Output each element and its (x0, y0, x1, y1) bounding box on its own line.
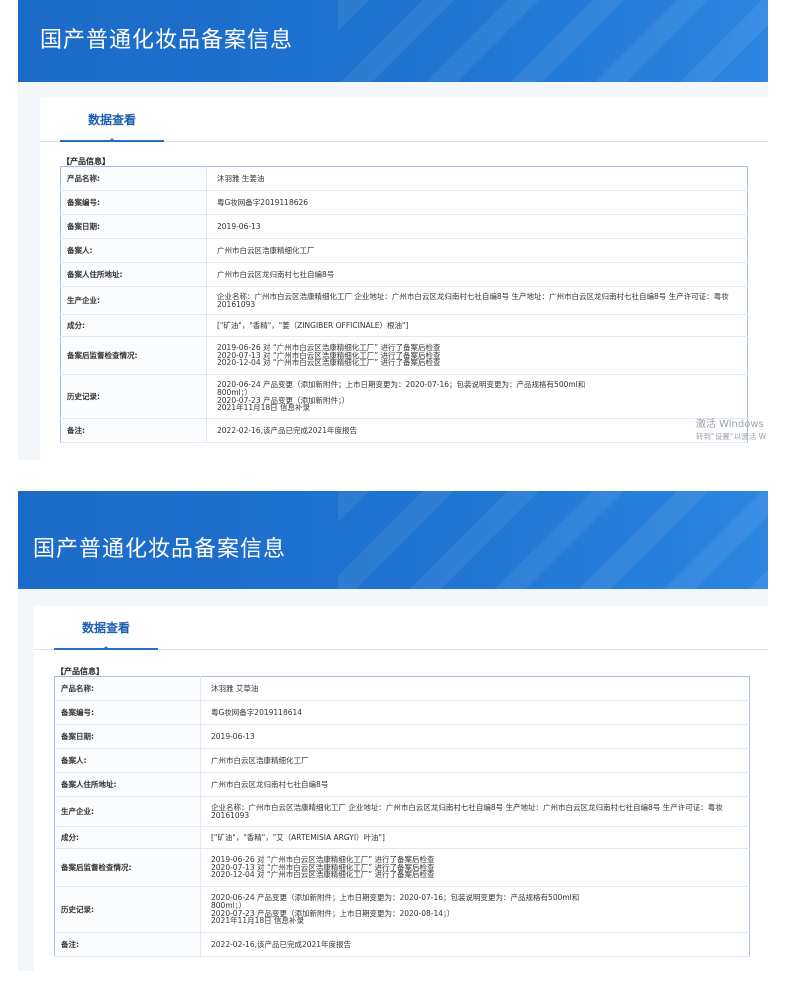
record-screenshot-1: 国产普通化妆品备案信息 数据查看 【产品信息】 产品名称: 沐羽雅 生姜油 备案… (18, 0, 768, 460)
row-label: 产品名称: (54, 676, 201, 701)
table-row: 生产企业: 企业名称：广州市白云区浩康精细化工厂 企业地址：广州市白云区龙归南村… (54, 796, 750, 827)
row-value: 2020-06-24 产品变更（添加新附件；上市日期变更为：2020-07-16… (206, 374, 748, 419)
row-value: 沐羽雅 艾草油 (200, 676, 750, 701)
product-info-table: 产品名称: 沐羽雅 生姜油 备案编号: 粤G妆网备字2019118626 备案日… (60, 166, 748, 443)
banner-title: 国产普通化妆品备案信息 (40, 28, 294, 53)
row-label: 备案后监督检查情况: (54, 848, 201, 887)
table-row: 成分: ["矿油"，"香精"，"艾（ARTEMISIA ARGYI）叶油"] (54, 826, 750, 849)
row-label: 生产企业: (54, 796, 201, 827)
row-value: 广州市白云区浩康精细化工厂 (206, 238, 748, 263)
row-value: 粤G妆网备字2019118626 (206, 190, 748, 215)
table-row: 备案人: 广州市白云区浩康精细化工厂 (54, 748, 750, 773)
row-value: 广州市白云区龙归南村七社自编8号 (206, 262, 748, 287)
table-row: 备案日期: 2019-06-13 (60, 214, 748, 239)
row-label: 生产企业: (60, 286, 207, 315)
tab-bar: 数据查看 (34, 606, 768, 650)
row-label: 历史记录: (60, 374, 207, 419)
tab-label: 数据查看 (87, 113, 136, 127)
row-value: 2019-06-26 对 “广州市白云区浩康精细化工厂” 进行了备案后检查 20… (200, 848, 750, 887)
row-value: 企业名称：广州市白云区浩康精细化工厂 企业地址：广州市白云区龙归南村七社自编8号… (206, 286, 748, 315)
row-label: 历史记录: (54, 886, 201, 933)
watermark-line-2: 转到“设置”以激活 W (695, 432, 766, 441)
row-label: 产品名称: (60, 166, 207, 191)
row-value: 2019-06-13 (200, 724, 750, 749)
content-panel: 数据查看 【产品信息】 产品名称: 沐羽雅 生姜油 备案编号: 粤G妆网备字20… (40, 98, 768, 460)
tab-bar: 数据查看 (40, 98, 768, 142)
record-screenshot-2: 国产普通化妆品备案信息 数据查看 【产品信息】 产品名称: 沐羽雅 艾草油 备案… (18, 491, 768, 971)
row-value: 企业名称：广州市白云区浩康精细化工厂 企业地址：广州市白云区龙归南村七社自编8号… (200, 796, 750, 827)
row-value: 2019-06-26 对 “广州市白云区浩康精细化工厂” 进行了备案后检查 20… (206, 336, 748, 375)
table-row: 备案后监督检查情况: 2019-06-26 对 “广州市白云区浩康精细化工厂” … (60, 336, 748, 375)
row-value: 广州市白云区龙归南村七社自编8号 (200, 772, 750, 797)
table-row: 备案编号: 粤G妆网备字2019118614 (54, 700, 750, 725)
table-row: 备案编号: 粤G妆网备字2019118626 (60, 190, 748, 215)
product-info-table: 产品名称: 沐羽雅 艾草油 备案编号: 粤G妆网备字2019118614 备案日… (54, 676, 750, 957)
row-value: 2022-02-16,该产品已完成2021年度报告 (200, 932, 750, 957)
tab-active-caret-icon (108, 138, 116, 142)
row-value: 2019-06-13 (206, 214, 748, 239)
tab-active-caret-icon (102, 646, 110, 650)
page-banner: 国产普通化妆品备案信息 (18, 0, 768, 82)
row-label: 备案日期: (60, 214, 207, 239)
table-row: 备案人住所地址: 广州市白云区龙归南村七社自编8号 (60, 262, 748, 287)
row-value: ["矿油"，"香精"，"艾（ARTEMISIA ARGYI）叶油"] (200, 826, 750, 849)
row-label: 备案人住所地址: (60, 262, 207, 287)
table-row: 备案人住所地址: 广州市白云区龙归南村七社自编8号 (54, 772, 750, 797)
row-label: 备案人住所地址: (54, 772, 201, 797)
row-value: 粤G妆网备字2019118614 (200, 700, 750, 725)
tab-data-view[interactable]: 数据查看 (54, 606, 158, 650)
row-value: 2020-06-24 产品变更（添加新附件；上市日期变更为：2020-07-16… (200, 886, 750, 933)
row-label: 备案人: (60, 238, 207, 263)
table-row: 备案后监督检查情况: 2019-06-26 对 “广州市白云区浩康精细化工厂” … (54, 848, 750, 887)
row-label: 备注: (60, 418, 207, 443)
table-row: 历史记录: 2020-06-24 产品变更（添加新附件；上市日期变更为：2020… (60, 374, 748, 419)
row-label: 成分: (60, 314, 207, 337)
tab-data-view[interactable]: 数据查看 (60, 98, 164, 142)
banner-title: 国产普通化妆品备案信息 (33, 537, 287, 562)
row-value: 2022-02-16,该产品已完成2021年度报告 (206, 418, 748, 443)
table-row: 备注: 2022-02-16,该产品已完成2021年度报告 (60, 418, 748, 443)
row-value: 广州市白云区浩康精细化工厂 (200, 748, 750, 773)
row-label: 备案后监督检查情况: (60, 336, 207, 375)
banner-decoration (338, 0, 768, 82)
page-banner: 国产普通化妆品备案信息 (18, 491, 768, 589)
row-value: ["矿油"，"香精"，"姜（ZINGIBER OFFICINALE）根油"] (206, 314, 748, 337)
row-label: 备注: (54, 932, 201, 957)
table-row: 产品名称: 沐羽雅 艾草油 (54, 676, 750, 701)
table-row: 备案日期: 2019-06-13 (54, 724, 750, 749)
row-label: 成分: (54, 826, 201, 849)
table-row: 备注: 2022-02-16,该产品已完成2021年度报告 (54, 932, 750, 957)
table-row: 产品名称: 沐羽雅 生姜油 (60, 166, 748, 191)
row-value: 沐羽雅 生姜油 (206, 166, 748, 191)
table-row: 备案人: 广州市白云区浩康精细化工厂 (60, 238, 748, 263)
content-panel: 数据查看 【产品信息】 产品名称: 沐羽雅 艾草油 备案编号: 粤G妆网备字20… (34, 606, 768, 971)
table-row: 生产企业: 企业名称：广州市白云区浩康精细化工厂 企业地址：广州市白云区龙归南村… (60, 286, 748, 315)
row-label: 备案编号: (54, 700, 201, 725)
row-label: 备案人: (54, 748, 201, 773)
tab-label: 数据查看 (81, 621, 130, 635)
table-row: 成分: ["矿油"，"香精"，"姜（ZINGIBER OFFICINALE）根油… (60, 314, 748, 337)
banner-decoration (338, 491, 768, 589)
row-label: 备案编号: (60, 190, 207, 215)
row-label: 备案日期: (54, 724, 201, 749)
windows-activation-watermark: 激活 Windows 转到“设置”以激活 W (696, 418, 766, 443)
table-row: 历史记录: 2020-06-24 产品变更（添加新附件；上市日期变更为：2020… (54, 886, 750, 933)
watermark-line-1: 激活 Windows (695, 419, 764, 430)
